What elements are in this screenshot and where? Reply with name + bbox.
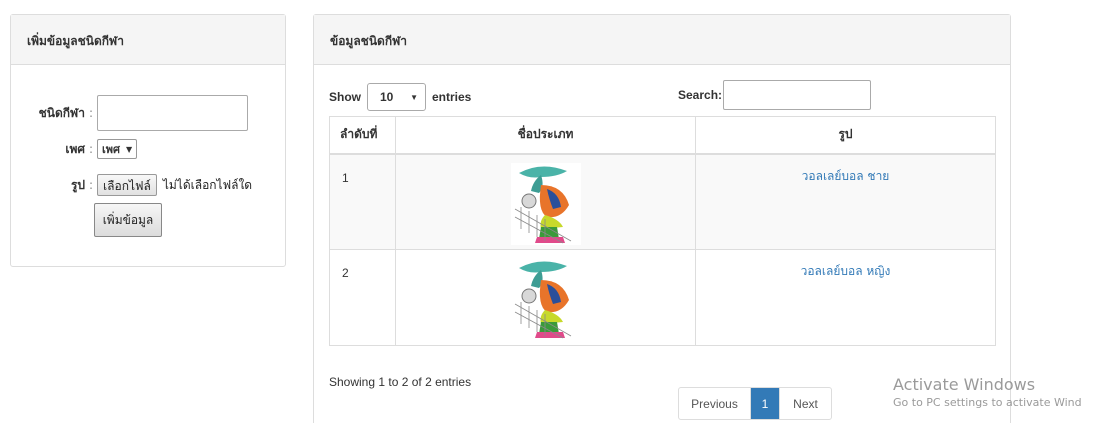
sport-list-panel: ข้อมูลชนิดกีฬา Show 10 ▼ entries Search:… (313, 14, 1011, 423)
row-image-cell (395, 153, 696, 250)
row-number: 2 (329, 249, 396, 346)
add-sport-panel: เพิ่มข้อมูลชนิดกีฬา ชนิดกีฬา : เพศ : เพศ… (10, 14, 286, 267)
search-label: Search: (678, 88, 723, 102)
chevron-down-icon: ▼ (410, 92, 418, 102)
table-row: 1 วอลเลย์บอล ชาย (329, 153, 996, 250)
windows-activation-watermark: Activate Windows Go to PC settings to ac… (893, 375, 1082, 409)
pagination: Previous 1 Next (678, 387, 832, 420)
table-info-text: Showing 1 to 2 of 2 entries (329, 375, 472, 389)
choose-file-button[interactable]: เลือกไฟล์ (97, 174, 157, 196)
sport-type-label: ชนิดกีฬา (38, 105, 85, 120)
sport-name-link[interactable]: วอลเลย์บอล ชาย (802, 169, 890, 183)
sport-type-input[interactable] (97, 95, 249, 131)
entries-label: entries (432, 90, 472, 104)
volleyball-player-icon (510, 258, 581, 340)
row-name-cell: วอลเลย์บอล ชาย (695, 153, 996, 250)
gender-select[interactable]: เพศ ▼ (97, 139, 138, 159)
column-header-no[interactable]: ลำดับที่ (329, 116, 396, 155)
gender-selected-value: เพศ (102, 143, 121, 156)
entries-length-control: Show 10 ▼ entries (329, 83, 471, 111)
entries-length-select[interactable]: 10 ▼ (367, 83, 426, 111)
add-sport-panel-title: เพิ่มข้อมูลชนิดกีฬา (11, 15, 285, 65)
gender-row: เพศ : เพศ ▼ (25, 139, 138, 159)
colon: : (89, 142, 94, 156)
sport-name-link[interactable]: วอลเลย์บอล หญิง (801, 264, 891, 278)
next-page-button[interactable]: Next (779, 388, 831, 419)
search-input[interactable] (723, 80, 872, 110)
add-data-button[interactable]: เพิ่มข้อมูล (94, 203, 162, 237)
file-status-text: ไม่ได้เลือกไฟล์ใด (162, 177, 253, 192)
volleyball-player-icon (510, 162, 581, 245)
column-header-name[interactable]: ชื่อประเภท (395, 116, 696, 155)
entries-length-value: 10 (380, 90, 394, 104)
row-image-cell (395, 249, 696, 346)
table-header-row: ลำดับที่ ชื่อประเภท รูป (329, 116, 996, 155)
watermark-title: Activate Windows (893, 375, 1036, 394)
sport-table: ลำดับที่ ชื่อประเภท รูป 1 วอลเลย์บอล ชาย… (329, 116, 996, 346)
table-row: 2 วอลเลย์บอล หญิง (329, 249, 996, 346)
gender-label: เพศ (65, 141, 85, 156)
sport-list-panel-title: ข้อมูลชนิดกีฬา (314, 15, 1010, 65)
search-control: Search: (678, 80, 872, 110)
column-header-image[interactable]: รูป (695, 116, 996, 155)
previous-page-button[interactable]: Previous (679, 388, 751, 419)
chevron-down-icon: ▼ (126, 144, 133, 154)
watermark-subtitle: Go to PC settings to activate Wind (893, 396, 1082, 409)
image-row: รูป : เลือกไฟล์ ไม่ได้เลือกไฟล์ใด (25, 174, 252, 196)
image-label: รูป (70, 177, 85, 192)
colon: : (89, 106, 94, 120)
colon: : (89, 178, 94, 192)
row-name-cell: วอลเลย์บอล หญิง (695, 249, 996, 346)
sport-type-row: ชนิดกีฬา : (25, 95, 249, 131)
row-number: 1 (329, 153, 396, 250)
show-label: Show (329, 90, 361, 104)
page-1-button[interactable]: 1 (751, 388, 779, 419)
